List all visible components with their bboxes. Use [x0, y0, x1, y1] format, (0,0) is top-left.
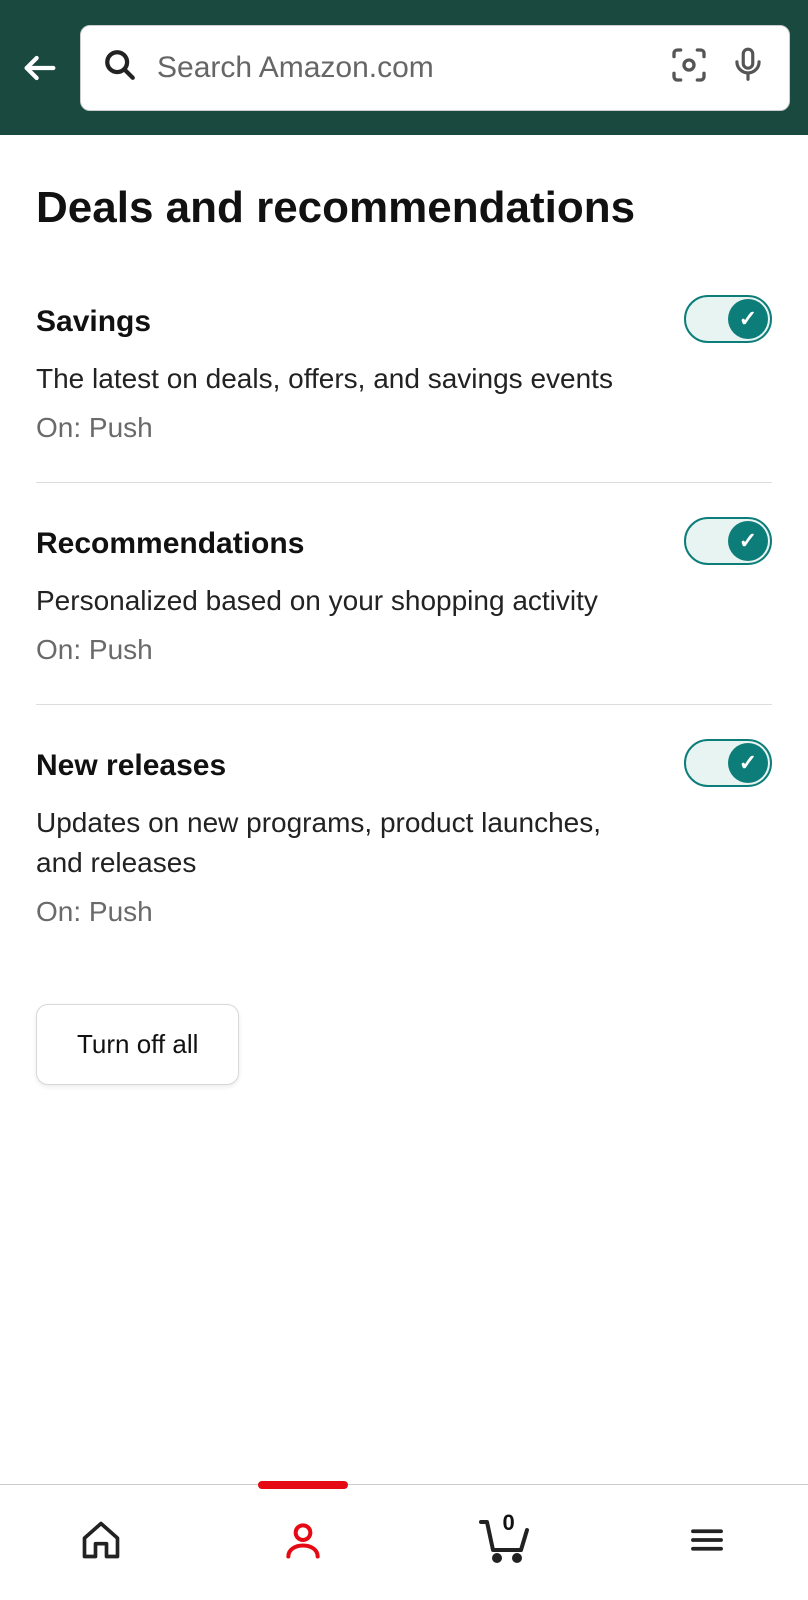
microphone-icon[interactable] — [729, 46, 767, 89]
nav-home[interactable] — [0, 1485, 202, 1600]
nav-active-indicator — [258, 1481, 348, 1489]
home-icon — [79, 1518, 123, 1567]
cart-icon: 0 — [477, 1514, 533, 1571]
nav-menu[interactable] — [606, 1485, 808, 1600]
setting-description: Updates on new programs, product launche… — [36, 803, 654, 881]
setting-title: New releases — [36, 749, 654, 783]
search-icon — [103, 48, 137, 87]
page-title: Deals and recommendations — [0, 135, 808, 261]
back-button[interactable] — [18, 46, 62, 90]
cart-count: 0 — [503, 1510, 515, 1536]
setting-status: On: Push — [36, 634, 654, 666]
checkmark-icon: ✓ — [739, 306, 757, 332]
nav-cart[interactable]: 0 — [404, 1485, 606, 1600]
setting-title: Recommendations — [36, 527, 654, 561]
settings-list: Savings The latest on deals, offers, and… — [0, 261, 808, 1085]
search-input[interactable] — [157, 51, 649, 85]
setting-status: On: Push — [36, 896, 654, 928]
camera-scan-icon[interactable] — [669, 45, 709, 90]
arrow-left-icon — [20, 48, 60, 88]
setting-savings: Savings The latest on deals, offers, and… — [36, 261, 772, 483]
setting-status: On: Push — [36, 412, 654, 444]
checkmark-icon: ✓ — [739, 528, 757, 554]
setting-description: Personalized based on your shopping acti… — [36, 581, 654, 620]
toggle-savings[interactable]: ✓ — [684, 295, 772, 343]
setting-recommendations: Recommendations Personalized based on yo… — [36, 483, 772, 705]
checkmark-icon: ✓ — [739, 750, 757, 776]
nav-account[interactable] — [202, 1485, 404, 1600]
toggle-new-releases[interactable]: ✓ — [684, 739, 772, 787]
turn-off-all-button[interactable]: Turn off all — [36, 1004, 239, 1085]
search-bar[interactable] — [80, 25, 790, 111]
app-header — [0, 0, 808, 135]
user-icon — [281, 1518, 325, 1567]
hamburger-icon — [686, 1519, 728, 1566]
setting-description: The latest on deals, offers, and savings… — [36, 359, 654, 398]
toggle-knob: ✓ — [728, 743, 768, 783]
bottom-nav: 0 — [0, 1484, 808, 1600]
toggle-recommendations[interactable]: ✓ — [684, 517, 772, 565]
toggle-knob: ✓ — [728, 521, 768, 561]
setting-title: Savings — [36, 305, 654, 339]
setting-new-releases: New releases Updates on new programs, pr… — [36, 705, 772, 965]
toggle-knob: ✓ — [728, 299, 768, 339]
